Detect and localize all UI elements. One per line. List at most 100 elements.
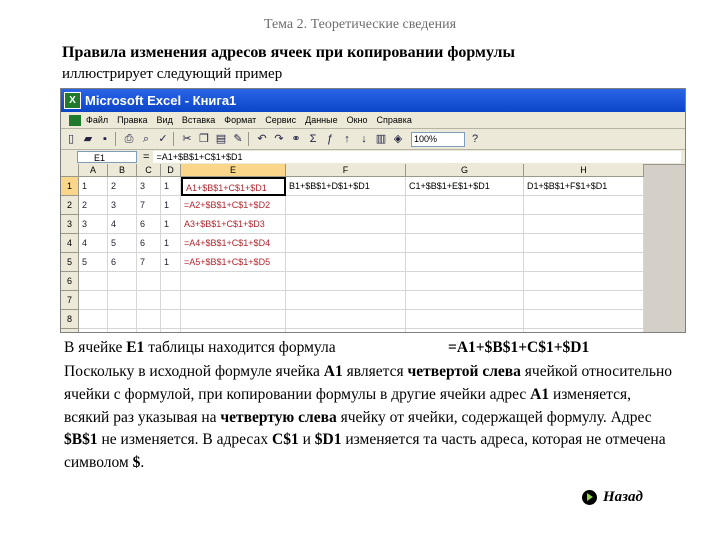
grid-cell[interactable]: 1 <box>161 234 181 253</box>
column-header-g[interactable]: G <box>406 164 524 177</box>
grid-cell[interactable] <box>137 329 161 332</box>
copy-icon[interactable]: ❐ <box>197 133 211 146</box>
format-painter-icon[interactable]: ✎ <box>231 133 245 146</box>
grid-cell[interactable]: 3 <box>137 177 161 196</box>
row-header[interactable]: 2 <box>61 196 79 215</box>
row-header[interactable]: 8 <box>61 310 79 329</box>
grid-cell[interactable] <box>524 234 644 253</box>
grid-cell[interactable] <box>286 253 406 272</box>
grid-cell[interactable] <box>161 291 181 310</box>
grid-cell[interactable] <box>108 272 137 291</box>
grid-cell[interactable] <box>524 215 644 234</box>
grid-cell[interactable] <box>108 291 137 310</box>
menu-item[interactable]: Сервис <box>265 115 296 125</box>
grid-cell[interactable]: 6 <box>108 253 137 272</box>
grid-cell[interactable]: 1 <box>79 177 108 196</box>
grid-cell[interactable]: =A2+$B$1+C$1+$D2 <box>181 196 286 215</box>
grid-cell[interactable] <box>286 272 406 291</box>
menu-item[interactable]: Формат <box>224 115 256 125</box>
autosum-icon[interactable]: Σ <box>306 133 320 146</box>
grid-cell[interactable] <box>137 272 161 291</box>
row-header[interactable]: 3 <box>61 215 79 234</box>
chart-wizard-icon[interactable]: ▥ <box>374 133 388 146</box>
sort-asc-icon[interactable]: ↑ <box>340 133 354 146</box>
grid-cell[interactable] <box>108 329 137 332</box>
column-header-b[interactable]: B <box>108 164 137 177</box>
row-header[interactable]: 4 <box>61 234 79 253</box>
grid-cell[interactable] <box>161 329 181 332</box>
menu-item[interactable]: Правка <box>117 115 147 125</box>
open-folder-icon[interactable]: ▰ <box>81 133 95 146</box>
grid-cell[interactable]: 2 <box>79 196 108 215</box>
menu-item[interactable]: Вставка <box>182 115 215 125</box>
sort-desc-icon[interactable]: ↓ <box>357 133 371 146</box>
equals-icon[interactable]: = <box>143 151 149 163</box>
function-icon[interactable]: ƒ <box>323 133 337 146</box>
grid-cell[interactable]: 7 <box>137 196 161 215</box>
grid-cell[interactable] <box>406 291 524 310</box>
zoom-select[interactable]: 100% <box>411 131 465 147</box>
drawing-icon[interactable]: ◈ <box>391 133 405 146</box>
grid-cell[interactable] <box>286 291 406 310</box>
grid-cell[interactable] <box>524 291 644 310</box>
grid-cell[interactable]: 1 <box>161 196 181 215</box>
redo-icon[interactable]: ↷ <box>272 133 286 146</box>
grid-cell[interactable] <box>181 329 286 332</box>
menu-item[interactable]: Окно <box>347 115 368 125</box>
grid-cell[interactable] <box>524 329 644 332</box>
grid-cell[interactable] <box>161 310 181 329</box>
save-icon[interactable]: ▪ <box>98 133 112 146</box>
grid-cell[interactable]: 1 <box>161 253 181 272</box>
column-header-a[interactable]: A <box>79 164 108 177</box>
grid-cell[interactable] <box>406 310 524 329</box>
grid-cell[interactable]: 5 <box>79 253 108 272</box>
grid-cell[interactable] <box>181 310 286 329</box>
menu-item[interactable]: Справка <box>377 115 412 125</box>
menu-item[interactable]: Файл <box>86 115 108 125</box>
grid-cell[interactable] <box>286 329 406 332</box>
undo-icon[interactable]: ↶ <box>255 133 269 146</box>
grid-cell[interactable] <box>137 291 161 310</box>
grid-cell[interactable]: 3 <box>79 215 108 234</box>
spellcheck-icon[interactable]: ✓ <box>156 133 170 146</box>
grid-cell[interactable]: 1 <box>161 215 181 234</box>
grid-cell[interactable]: 5 <box>108 234 137 253</box>
grid-cell[interactable] <box>79 329 108 332</box>
column-header-h[interactable]: H <box>524 164 644 177</box>
grid-cell[interactable] <box>286 196 406 215</box>
grid-cell[interactable] <box>286 234 406 253</box>
grid-cell[interactable] <box>524 253 644 272</box>
grid-cell[interactable]: 1 <box>161 177 181 196</box>
grid-cell[interactable] <box>524 272 644 291</box>
grid-cell[interactable] <box>286 215 406 234</box>
help-icon[interactable]: ? <box>468 133 482 146</box>
row-header[interactable]: 7 <box>61 291 79 310</box>
grid-cell[interactable] <box>524 310 644 329</box>
grid-cell[interactable] <box>406 215 524 234</box>
back-button[interactable]: Назад <box>582 489 643 506</box>
grid-cell[interactable]: 2 <box>108 177 137 196</box>
grid-cell[interactable] <box>406 234 524 253</box>
grid-cell[interactable]: D1+$B$1+F$1+$D1 <box>524 177 644 196</box>
grid-cell[interactable] <box>137 310 161 329</box>
new-file-icon[interactable]: ▯ <box>64 133 78 146</box>
grid-cell[interactable] <box>108 310 137 329</box>
row-header[interactable]: 6 <box>61 272 79 291</box>
grid-cell[interactable] <box>181 291 286 310</box>
menu-item[interactable]: Вид <box>157 115 173 125</box>
grid-cell[interactable]: 6 <box>137 234 161 253</box>
grid-cell[interactable] <box>406 272 524 291</box>
grid-cell[interactable]: =A4+$B$1+C$1+$D4 <box>181 234 286 253</box>
select-all-corner[interactable] <box>61 164 79 177</box>
grid-cell[interactable]: =A5+$B$1+C$1+$D5 <box>181 253 286 272</box>
preview-icon[interactable]: ⌕ <box>139 133 153 146</box>
formula-input[interactable]: =A1+$B$1+C$1+$D1 <box>153 151 681 163</box>
grid-cell[interactable]: C1+$B$1+E$1+$D1 <box>406 177 524 196</box>
print-icon[interactable]: ⎙ <box>122 133 136 146</box>
grid-cell[interactable]: 3 <box>108 196 137 215</box>
grid-cell[interactable] <box>286 310 406 329</box>
row-header[interactable]: 9 <box>61 329 79 332</box>
grid-cell[interactable] <box>406 329 524 332</box>
paste-icon[interactable]: ▤ <box>214 133 228 146</box>
column-header-e[interactable]: E <box>181 164 286 177</box>
